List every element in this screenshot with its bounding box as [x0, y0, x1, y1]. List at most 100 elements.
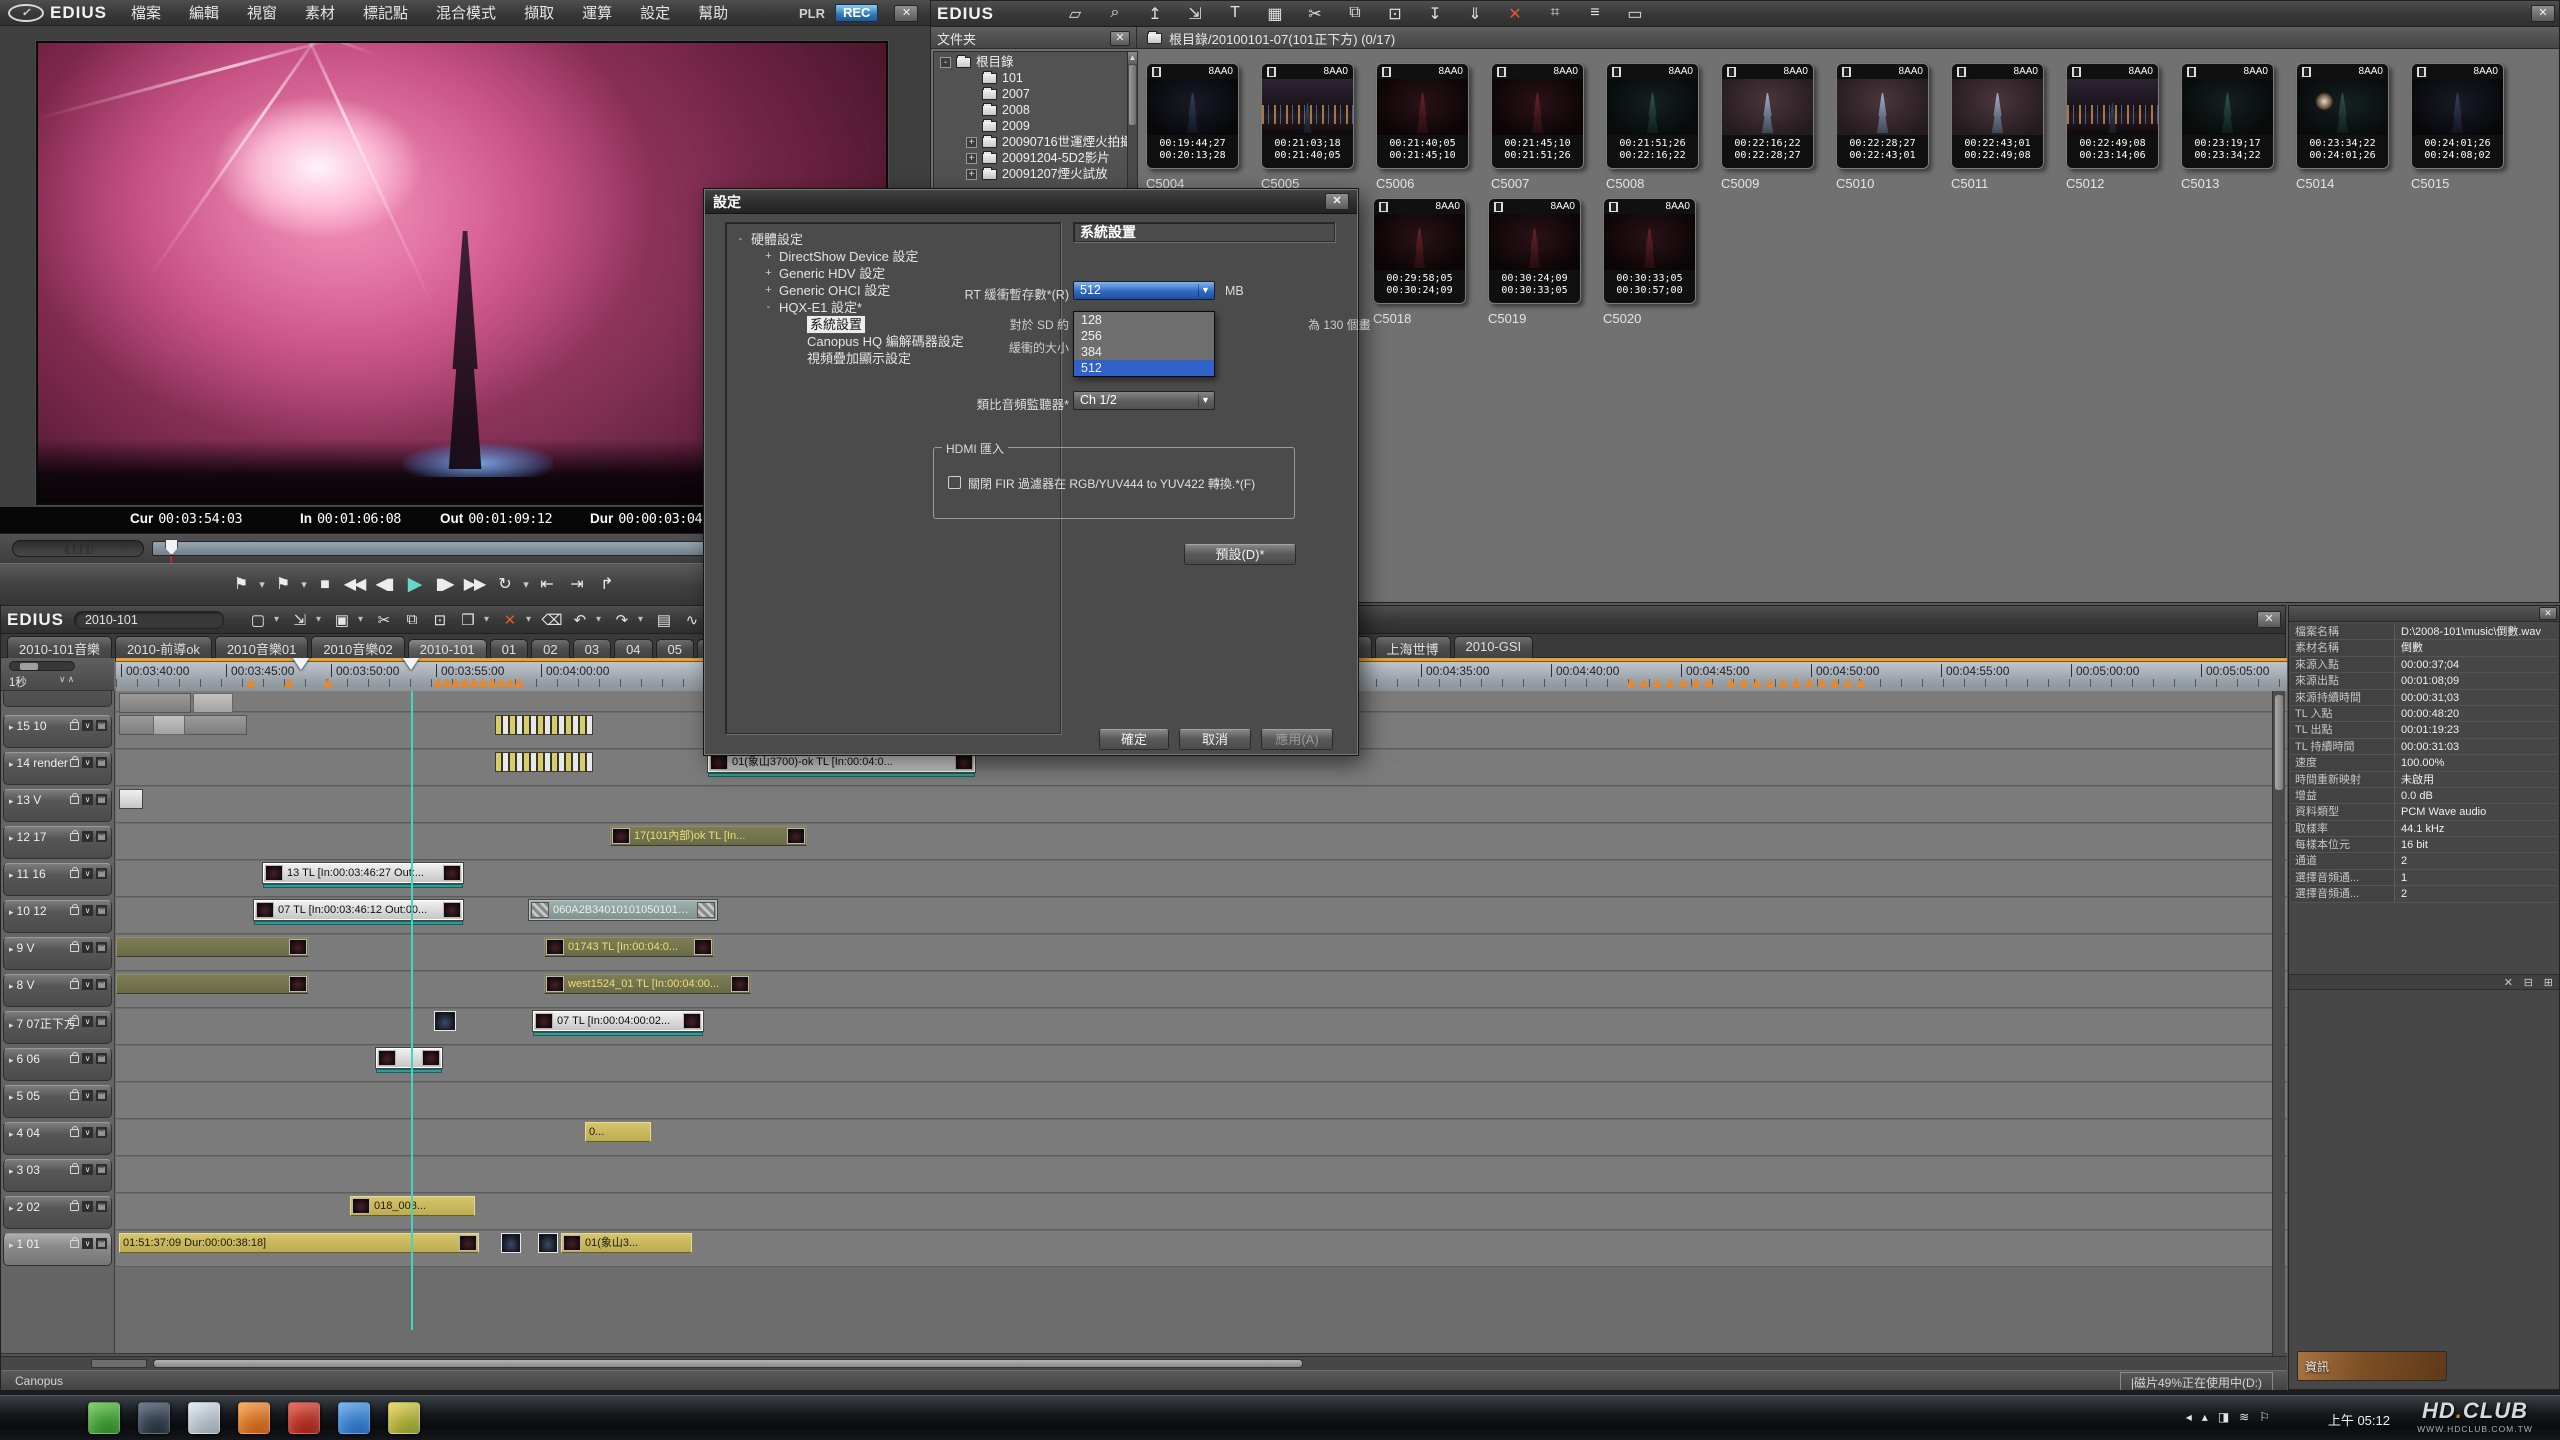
bin-clip-C5011[interactable]: 8AA000:22:43;0100:22:49;08C5011	[1951, 63, 2051, 191]
film-icon[interactable]: ▤	[96, 942, 107, 953]
lock-icon[interactable]	[70, 833, 79, 841]
export-icon[interactable]: ⇲	[288, 611, 312, 629]
dropdown-icon[interactable]: ▾	[316, 614, 326, 625]
bin-clip-C5012[interactable]: 8AA000:22:49;0800:23:14;06C5012	[2066, 63, 2166, 191]
hscroll-home-box[interactable]	[91, 1359, 147, 1368]
timeline-marker-icon[interactable]	[1752, 678, 1762, 687]
film-icon[interactable]: ▤	[96, 1127, 107, 1138]
save-icon[interactable]: ▣	[330, 611, 354, 629]
play-around-icon[interactable]: ↱	[591, 571, 621, 599]
nav-marker-icon[interactable]	[292, 658, 310, 670]
timeline-marker-icon[interactable]	[1817, 678, 1827, 687]
timeline-marker-icon[interactable]	[1704, 678, 1714, 687]
clip-thumbnail[interactable]: 8AA000:24:01;2600:24:08;02	[2411, 63, 2504, 169]
timeline-clip-0...[interactable]: 0...	[585, 1122, 651, 1142]
timeline-zoom-slider[interactable]	[9, 661, 75, 671]
settings-close-button[interactable]: ✕	[1325, 193, 1349, 210]
copy-icon[interactable]: ⧉	[1344, 4, 1366, 24]
clip-thumbnail[interactable]: 8AA000:22:28;2700:22:43;01	[1836, 63, 1929, 169]
film-icon[interactable]: ▤	[96, 794, 107, 805]
bin-clip-C5010[interactable]: 8AA000:22:28;2700:22:43;01C5010	[1836, 63, 1936, 191]
timeline-scale-value[interactable]: 1秒	[9, 674, 27, 690]
stop-icon[interactable]: ■	[309, 571, 339, 599]
menu-item-2[interactable]: 編輯	[175, 2, 233, 23]
paste-icon[interactable]: ⊡	[428, 611, 452, 629]
expand-toggle-icon[interactable]: +	[764, 248, 773, 265]
track-header-partial[interactable]	[3, 691, 112, 707]
timeline-clip[interactable]	[495, 715, 593, 735]
colorbar-icon[interactable]: ▦	[1264, 4, 1286, 24]
clip-thumbnail[interactable]: 8AA000:29:58;0500:30:24;09	[1373, 198, 1466, 304]
dropdown-icon[interactable]: ▾	[638, 614, 648, 625]
sync-icon[interactable]: ∨	[82, 1164, 93, 1175]
tray-icon-4[interactable]: ≋	[2239, 1410, 2249, 1424]
opera-icon[interactable]	[288, 1402, 320, 1434]
track-header-11-16[interactable]: 11 16∨▤	[3, 863, 112, 896]
timeline-clip[interactable]	[153, 715, 185, 735]
lock-icon[interactable]	[70, 722, 79, 730]
menu-item-9[interactable]: 設定	[626, 2, 684, 23]
dropdown-icon[interactable]: ▾	[484, 614, 494, 625]
bin-clip-C5013[interactable]: 8AA000:23:19;1700:23:34;22C5013	[2181, 63, 2281, 191]
delete-icon[interactable]: ✕	[1504, 4, 1526, 24]
playhead-head-icon[interactable]	[402, 658, 420, 670]
bin-clip-C5008[interactable]: 8AA000:21:51;2600:22:16;22C5008	[1606, 63, 1706, 191]
timeline-clip[interactable]	[119, 789, 143, 809]
sequence-tab-04[interactable]: 04	[614, 639, 652, 660]
timeline-marker-icon[interactable]	[1830, 678, 1840, 687]
lock-icon[interactable]	[70, 944, 79, 952]
film-icon[interactable]: ▤	[96, 1201, 107, 1212]
timeline-marker-icon[interactable]	[1652, 678, 1662, 687]
settings-tree-item[interactable]: -硬體設定	[726, 231, 1060, 248]
track-header-12-17[interactable]: 12 17∨▤	[3, 826, 112, 859]
menu-item-4[interactable]: 素材	[291, 2, 349, 23]
player-close-button[interactable]: ✕	[894, 5, 918, 22]
sequence-tab-02[interactable]: 02	[531, 639, 569, 660]
timeline-marker-icon[interactable]	[1843, 678, 1853, 687]
sync-icon[interactable]: ∨	[82, 1127, 93, 1138]
recorder-mode-button[interactable]: REC	[835, 4, 878, 22]
timeline-clip[interactable]	[193, 693, 233, 713]
audio-monitor-combo[interactable]: Ch 1/2▼	[1073, 391, 1215, 410]
expand-toggle-icon[interactable]: +	[966, 153, 977, 164]
lock-icon[interactable]	[70, 870, 79, 878]
timeline-clip[interactable]	[434, 1011, 456, 1031]
sync-icon[interactable]: ∨	[82, 757, 93, 768]
hscroll-thumb[interactable]	[153, 1359, 1303, 1368]
tray-icon-5[interactable]: ⚐	[2259, 1410, 2270, 1424]
fir-filter-checkbox[interactable]	[948, 476, 961, 489]
sequence-tab-01[interactable]: 01	[490, 639, 528, 660]
track-header-7-07正下方[interactable]: 7 07正下方∨▤	[3, 1011, 112, 1044]
timeline-clip[interactable]	[116, 974, 309, 994]
cut-icon[interactable]: ✂	[372, 611, 396, 629]
apply-button[interactable]: 應用(A)	[1261, 729, 1333, 750]
tray-icon-1[interactable]: ◂	[2186, 1410, 2192, 1424]
zoom-slider-thumb[interactable]	[20, 663, 38, 670]
film-icon[interactable]: ▤	[96, 979, 107, 990]
clip-thumbnail[interactable]: 8AA000:21:40;0500:21:45;10	[1376, 63, 1469, 169]
settings-tree-item[interactable]: +DirectShow Device 設定	[726, 248, 1060, 265]
menu-item-8[interactable]: 運算	[568, 2, 626, 23]
sync-icon[interactable]: ∨	[82, 1053, 93, 1064]
timeline-marker-icon[interactable]	[1726, 678, 1736, 687]
vscroll-thumb[interactable]	[2275, 695, 2283, 790]
timeline-marker-icon[interactable]	[1665, 678, 1675, 687]
lock-icon[interactable]	[70, 907, 79, 915]
menu-item-3[interactable]: 視窗	[233, 2, 291, 23]
track-header-13-V[interactable]: 13 V∨▤	[3, 789, 112, 822]
expand-toggle-icon[interactable]: -	[940, 57, 951, 68]
film-icon[interactable]: ▤	[96, 868, 107, 879]
pin-icon[interactable]: ↧	[1424, 4, 1446, 24]
rt-buffer-combo[interactable]: 512▼	[1073, 281, 1215, 300]
clip-thumbnail[interactable]: 8AA000:23:34;2200:24:01;26	[2296, 63, 2389, 169]
export-icon[interactable]: ⇲	[1184, 4, 1206, 24]
track-header-15-10[interactable]: 15 10∨▤	[3, 715, 112, 748]
photo-viewer-icon[interactable]	[188, 1402, 220, 1434]
combo-arrow-icon[interactable]: ▼	[1198, 394, 1212, 407]
bin-clip-C5018[interactable]: 8AA000:29:58;0500:30:24;09C5018	[1373, 198, 1473, 326]
paste-icon[interactable]: ⊡	[1384, 4, 1406, 24]
sync-icon[interactable]: ∨	[82, 720, 93, 731]
clip-thumbnail[interactable]: 8AA000:22:49;0800:23:14;06	[2066, 63, 2159, 169]
settings-dialog-titlebar[interactable]: 設定 ✕	[705, 190, 1357, 214]
default-button[interactable]: 預設(D)*	[1184, 544, 1296, 565]
